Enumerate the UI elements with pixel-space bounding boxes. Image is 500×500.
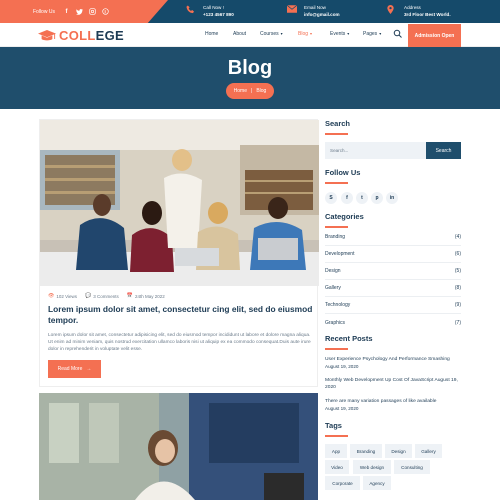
email-label: Email Now [304,5,326,10]
address-value: 3rd Floor Best World. [404,12,451,17]
contact-address: Address 3rd Floor Best World. [387,4,451,18]
tag-item[interactable]: Design [385,444,412,458]
tag-item[interactable]: Consulting [394,460,430,474]
blog-post-card: 👁 102 Views 💬 3 Comments 📅 24th May 2022 Lo… [39,119,319,387]
nav-home[interactable]: Home [205,31,218,37]
heading-underline [325,182,348,184]
sidebar-follow-section: Follow Us [325,168,360,184]
heading-underline [325,348,348,350]
sidebar-tags-section: Tags [325,421,348,437]
breadcrumb-home[interactable]: Home [234,88,247,94]
facebook-icon[interactable]: f [341,192,353,204]
breadcrumb-separator: | [251,88,253,94]
post-meta: 👁 102 Views 💬 3 Comments 📅 24th May 2022 [48,293,173,299]
page-banner: Blog [0,47,500,109]
twitter-icon[interactable] [75,7,84,16]
chevron-down-icon: ▾ [310,31,313,36]
top-bar: Follow Us f Call Now ! +123 4567 890 Ema… [0,0,500,23]
eye-icon: 👁 [48,293,55,299]
call-number[interactable]: +123 4567 890 [203,11,234,18]
tags-heading: Tags [325,421,342,430]
category-item[interactable]: Design (5) [325,263,461,280]
read-more-label: Read More [57,366,83,372]
nav-events[interactable]: Events ▾ [330,31,349,37]
twitter-icon[interactable]: t [356,192,368,204]
facebook-icon[interactable]: f [62,7,71,16]
heading-underline [325,226,348,228]
follow-us-label: Follow Us [33,8,55,15]
nav-pages[interactable]: Pages ▾ [363,31,381,37]
logo-text: COLLEGE [59,28,124,43]
top-bar-social: Follow Us f [0,0,168,23]
arrow-right-icon: → [86,366,92,372]
follow-heading: Follow Us [325,168,361,177]
category-item[interactable]: Graphics (7) [325,314,461,331]
pinterest-icon[interactable] [101,7,110,16]
tag-item[interactable]: Branding [350,444,382,458]
comment-icon: 💬 [85,293,92,299]
contact-call: Call Now ! +123 4567 890 [186,4,234,18]
post-date: 24th May 2022 [135,293,165,299]
category-item[interactable]: Development (6) [325,246,461,263]
category-item[interactable]: Branding (4) [325,229,461,246]
category-item[interactable]: Technology (9) [325,297,461,314]
search-heading: Search [325,119,351,128]
calendar-icon: 📅 [126,293,134,299]
breadcrumb-current: Blog [256,88,267,94]
tag-item[interactable]: Gallery [415,444,442,458]
phone-icon [186,5,196,15]
search-button[interactable]: Search [426,142,461,159]
pinterest-icon[interactable]: p [371,192,383,204]
post-excerpt: Lorem ipsum dolor sit amet, consectetur … [48,333,311,353]
post-image[interactable] [40,120,319,286]
post-title[interactable]: Lorem ipsum dolor sit amet, consectetur … [48,304,313,326]
blog-post-card-2-image[interactable] [39,393,318,500]
location-pin-icon [387,5,397,15]
chevron-down-icon: ▾ [347,31,350,36]
categories-heading: Categories [325,212,364,221]
chevron-down-icon: ▾ [379,31,382,36]
breadcrumb: Home | Blog [226,83,274,99]
recent-posts-heading: Recent Posts [325,334,373,343]
tag-item[interactable]: Corporate [325,476,360,490]
sidebar-categories-section: Categories [325,212,364,228]
linkedin-icon[interactable]: in [386,192,398,204]
chevron-down-icon: ▾ [280,31,283,36]
call-label: Call Now ! [203,5,224,10]
post-views: 102 Views [56,293,78,299]
sidebar-search-section: Search [325,119,350,135]
logo[interactable]: COLLEGE [38,28,124,43]
nav-courses[interactable]: Courses ▾ [260,31,283,37]
graduation-cap-icon [38,29,56,40]
envelope-icon [286,4,298,15]
admission-open-button[interactable]: Admission Open [408,24,461,47]
heading-underline [325,133,348,135]
recent-post-item[interactable]: Monthly Web Development Up Cost Of JavaS… [325,377,465,391]
tag-item[interactable]: Web design [353,460,391,474]
sidebar-recent-section: Recent Posts [325,334,373,350]
page-title: Blog [227,57,273,79]
search-icon[interactable] [393,29,403,39]
instagram-icon[interactable] [88,7,97,16]
read-more-button[interactable]: Read More → [48,360,101,378]
post-comments[interactable]: 3 Comments [93,294,119,299]
search-input[interactable]: Search... [325,142,426,159]
contact-email: Email Now info@gmail.com [286,4,340,18]
nav-about[interactable]: About [233,31,246,37]
skype-icon[interactable]: S [325,192,337,204]
recent-post-item[interactable]: There are many variation passages of lik… [325,398,465,412]
tag-item[interactable]: Agency [363,476,391,490]
nav-blog[interactable]: Blog ▾ [298,31,312,37]
tag-item[interactable]: Video [325,460,349,474]
recent-post-item[interactable]: User Experience Psychology And Performan… [325,356,465,370]
heading-underline [325,435,348,437]
address-label: Address [404,5,421,10]
tag-item[interactable]: App [325,444,347,458]
email-address[interactable]: info@gmail.com [304,11,340,18]
category-item[interactable]: Gallery (8) [325,280,461,297]
